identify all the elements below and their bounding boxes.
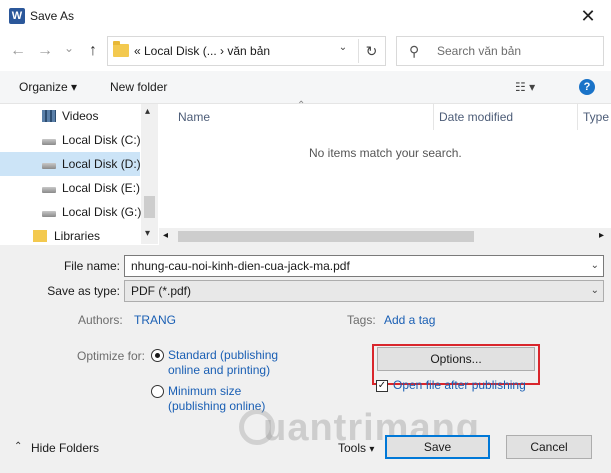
search-icon: ⚲ xyxy=(409,43,420,59)
library-icon xyxy=(33,230,47,242)
back-arrow-icon[interactable]: ← xyxy=(8,41,28,61)
word-icon: W xyxy=(9,8,25,24)
save-button[interactable]: Save xyxy=(385,435,490,459)
command-bar: Organize ▾ New folder ☷ ▾ ? xyxy=(0,71,611,104)
close-icon[interactable]: ✕ xyxy=(570,2,606,30)
column-separator[interactable] xyxy=(577,104,578,130)
view-options-icon[interactable]: ☷ ▾ xyxy=(515,80,535,94)
empty-message: No items match your search. xyxy=(309,146,462,160)
tree-item-local-disk-c[interactable]: Local Disk (C:) xyxy=(0,128,141,152)
tools-button[interactable]: Tools ▾ xyxy=(338,441,374,455)
sort-up-icon: ⌃ xyxy=(297,100,306,111)
scroll-down-icon[interactable]: ▾ xyxy=(145,228,150,239)
tree-item-local-disk-g[interactable]: Local Disk (G:) xyxy=(0,200,141,224)
search-input[interactable]: Search văn bản xyxy=(437,44,521,58)
scroll-right-icon[interactable]: ▸ xyxy=(599,230,604,241)
open-after-publishing-checkbox[interactable]: ✓ xyxy=(376,380,388,392)
navigation-pane: Videos Local Disk (C:) Local Disk (D:) L… xyxy=(0,104,159,244)
tree-item-local-disk-d[interactable]: Local Disk (D:) xyxy=(0,152,141,176)
horizontal-scroll-thumb[interactable] xyxy=(178,231,474,242)
chevron-down-icon: ▾ xyxy=(369,444,375,455)
drive-icon xyxy=(42,211,56,217)
open-after-publishing-label[interactable]: Open file after publishing xyxy=(393,378,526,392)
radio-minimum-size[interactable] xyxy=(151,385,164,398)
optimize-for-label: Optimize for: xyxy=(77,349,146,363)
drive-icon xyxy=(42,139,56,145)
organize-button[interactable]: Organize ▾ xyxy=(19,80,77,94)
save-as-type-select[interactable]: PDF (*.pdf) ⌄ xyxy=(124,280,604,302)
drive-icon xyxy=(42,187,56,193)
chevron-down-icon[interactable]: ⌄ xyxy=(591,285,599,296)
chevron-down-icon[interactable]: ⌄ xyxy=(591,260,599,271)
chevron-up-icon[interactable]: ⌃ xyxy=(14,441,22,452)
column-header-date-modified[interactable]: Date modified xyxy=(439,110,513,124)
authors-value[interactable]: TRANG xyxy=(134,313,176,327)
refresh-icon[interactable]: ↻ xyxy=(358,39,384,63)
video-icon xyxy=(42,110,56,122)
search-box[interactable]: ⚲ Search văn bản xyxy=(396,36,604,66)
add-tag-link[interactable]: Add a tag xyxy=(384,313,435,327)
forward-arrow-icon[interactable]: → xyxy=(35,41,55,61)
address-dropdown-icon[interactable]: ⌄ xyxy=(332,42,354,60)
save-as-type-label: Save as type: xyxy=(47,284,120,298)
tree-item-videos[interactable]: Videos xyxy=(0,104,140,128)
address-bar[interactable]: « Local Disk (... › văn bản ⌄ ↻ xyxy=(107,36,386,66)
scroll-up-icon[interactable]: ▴ xyxy=(145,106,150,117)
column-header-type[interactable]: Type xyxy=(583,110,609,124)
cancel-button[interactable]: Cancel xyxy=(506,435,592,459)
column-separator[interactable] xyxy=(433,104,434,130)
title-bar: W Save As ✕ xyxy=(0,0,611,32)
radio-standard[interactable] xyxy=(151,349,164,362)
hide-folders-button[interactable]: Hide Folders xyxy=(31,441,99,455)
file-name-label: File name: xyxy=(63,259,120,273)
navigation-scroll-thumb[interactable] xyxy=(144,196,155,218)
new-folder-button[interactable]: New folder xyxy=(110,80,167,94)
scroll-left-icon[interactable]: ◂ xyxy=(163,230,168,241)
up-arrow-icon[interactable]: ↑ xyxy=(83,41,103,61)
folder-icon xyxy=(113,41,129,57)
address-path[interactable]: « Local Disk (... › văn bản xyxy=(134,44,270,58)
column-header-name[interactable]: Name xyxy=(178,110,210,124)
recent-locations-chevron-icon[interactable]: ⌄ xyxy=(59,38,79,58)
navigation-scrollbar[interactable]: ▴ ▾ xyxy=(141,104,158,244)
radio-standard-label[interactable]: Standard (publishing online and printing… xyxy=(168,348,278,378)
tags-label: Tags: xyxy=(347,313,376,327)
authors-label: Authors: xyxy=(78,313,123,327)
drive-icon xyxy=(42,163,56,169)
help-icon[interactable]: ? xyxy=(579,79,595,95)
file-name-field[interactable]: nhung-cau-noi-kinh-dien-cua-jack-ma.pdf … xyxy=(124,255,604,277)
tree-item-local-disk-e[interactable]: Local Disk (E:) xyxy=(0,176,140,200)
window-title: Save As xyxy=(30,9,75,23)
